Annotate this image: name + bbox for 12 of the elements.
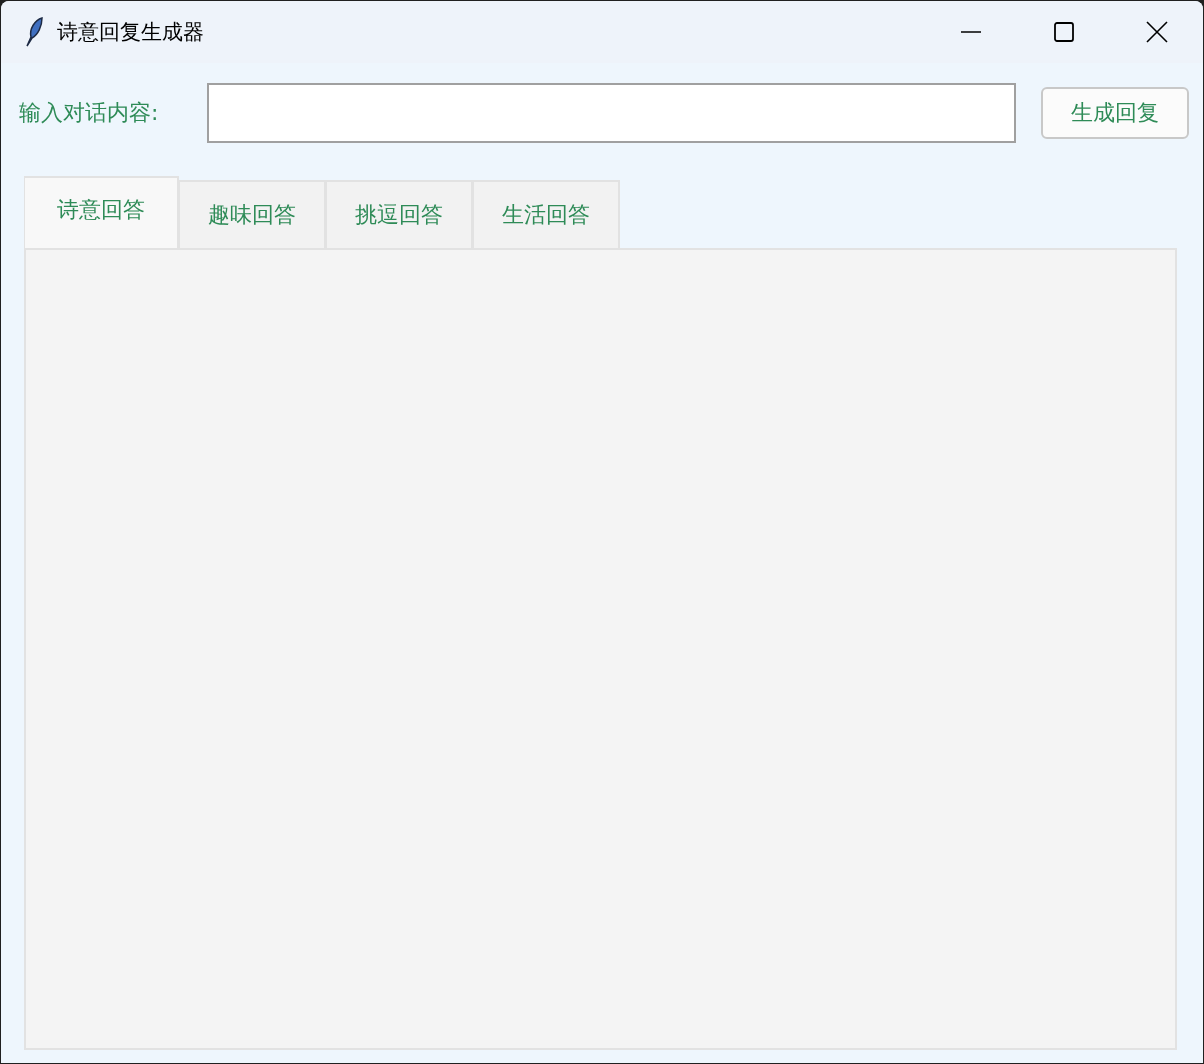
maximize-icon[interactable]: [1053, 22, 1074, 42]
input-label: 输入对话内容:: [19, 99, 160, 127]
close-icon[interactable]: [1145, 21, 1168, 43]
tab[interactable]: 趣味回答: [179, 180, 326, 248]
tab[interactable]: 生活回答: [473, 180, 620, 248]
dialogue-input-field[interactable]: [206, 83, 1017, 143]
window-title: 诗意回复生成器: [57, 19, 205, 46]
tab[interactable]: 诗意回答: [24, 176, 179, 248]
tab[interactable]: 挑逗回答: [326, 180, 473, 248]
generate-button[interactable]: 生成回复: [1041, 87, 1189, 139]
minimize-icon[interactable]: [960, 31, 981, 33]
feather-icon: [23, 17, 45, 47]
